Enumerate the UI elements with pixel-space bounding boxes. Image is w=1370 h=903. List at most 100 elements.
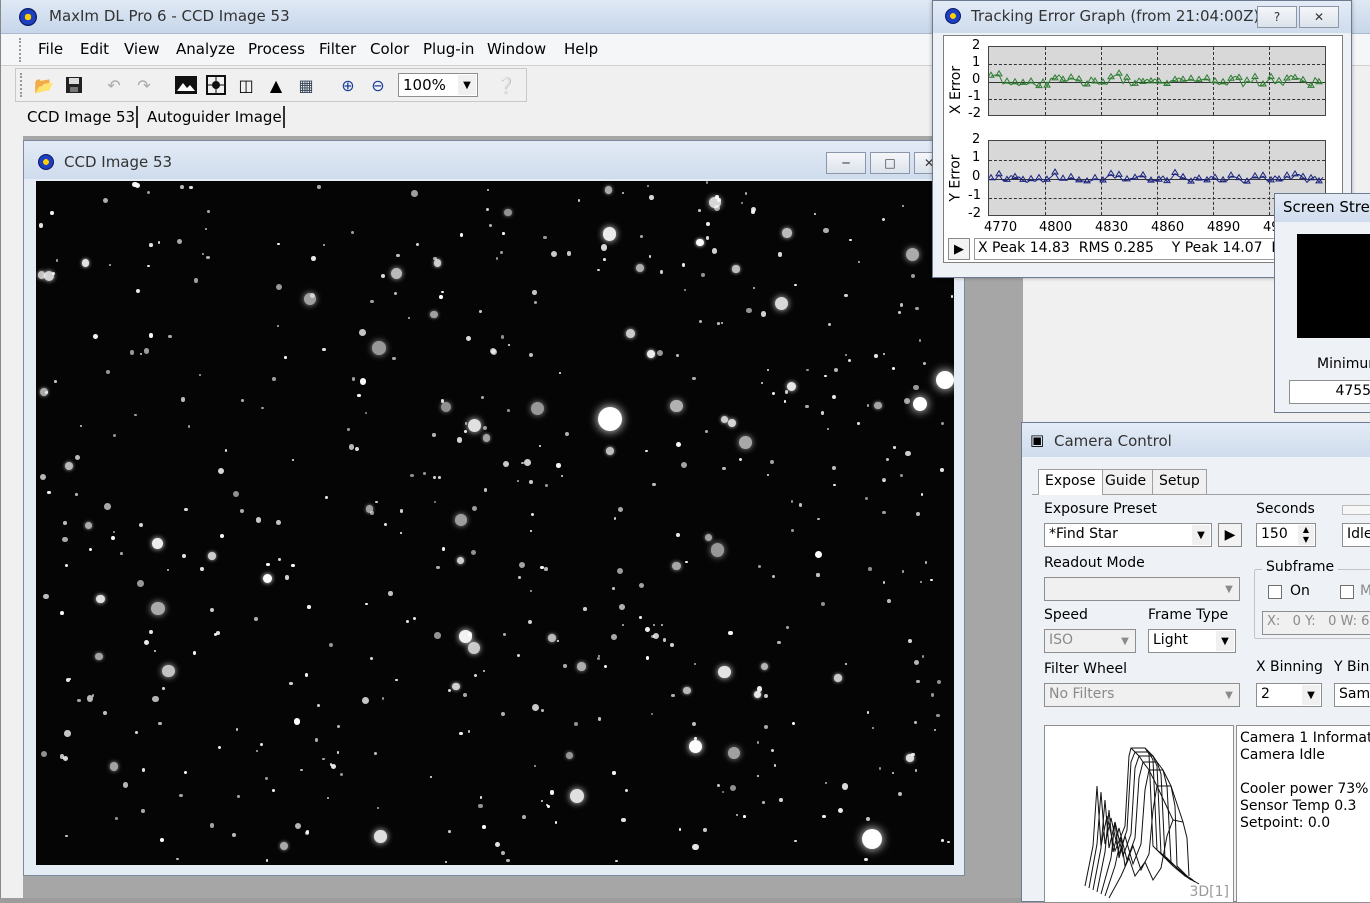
undo-icon[interactable]: ↶ [102, 73, 126, 97]
star [688, 740, 702, 753]
menu-analyze[interactable]: Analyze [176, 40, 235, 58]
info-line: Cooler power 73% [1240, 781, 1369, 797]
filter-wheel-select[interactable]: No Filters ▼ [1044, 683, 1240, 707]
seconds-input[interactable]: 150 ▲ ▼ [1256, 523, 1316, 547]
settings-icon[interactable]: ▦ [294, 73, 318, 97]
subframe-label: Subframe [1262, 559, 1339, 575]
speed-value: ISO [1049, 632, 1074, 648]
subframe-on-checkbox[interactable] [1268, 585, 1282, 599]
star [429, 776, 432, 779]
star [556, 463, 561, 468]
menu-view[interactable]: View [124, 40, 160, 58]
observatory-icon[interactable]: ▲ [264, 73, 288, 97]
chevron-down-icon: ▼ [1216, 631, 1234, 651]
telescope-icon[interactable]: ◫ [234, 73, 258, 97]
menu-filter[interactable]: Filter [319, 40, 356, 58]
star [828, 322, 832, 326]
bright-star [598, 407, 622, 431]
star [534, 764, 537, 767]
speed-select[interactable]: ISO ▼ [1044, 629, 1136, 653]
minimize-button[interactable]: ─ [826, 152, 866, 174]
star [914, 721, 918, 725]
image-view-icon[interactable] [174, 73, 198, 97]
y-binning-label: Y Binn [1334, 659, 1370, 675]
subframe-m-checkbox[interactable] [1340, 585, 1354, 599]
star [750, 206, 756, 212]
menu-edit[interactable]: Edit [80, 40, 109, 58]
zoom-out-icon[interactable]: ⊖ [366, 73, 390, 97]
star [373, 751, 377, 755]
tab-autoguider-image[interactable]: Autoguider Image [147, 108, 282, 126]
star [43, 271, 54, 282]
frame-type-select[interactable]: Light ▼ [1148, 629, 1236, 653]
y-binning-select[interactable]: Same [1334, 683, 1370, 707]
crosshair-icon[interactable] [204, 73, 228, 97]
main-toolbar: 📂 ↶ ↷ ◫ ▲ ▦ ⊕ ⊖ 100% ▼ ❔ [15, 68, 527, 102]
star [817, 518, 820, 521]
menu-help[interactable]: Help [564, 40, 598, 58]
minimum-input[interactable]: 47550 [1289, 380, 1370, 404]
menu-plugin[interactable]: Plug-in [423, 40, 474, 58]
star-field-image[interactable] [36, 181, 954, 865]
maximize-button[interactable]: □ [870, 152, 910, 174]
tracking-titlebar[interactable]: Tracking Error Graph (from 21:04:00Z) ? … [933, 1, 1351, 33]
camera-titlebar[interactable]: ▣ Camera Control [1022, 423, 1370, 457]
star [159, 837, 165, 843]
zoom-in-icon[interactable]: ⊕ [336, 73, 360, 97]
star [705, 222, 710, 226]
zoom-select[interactable]: 100% ▼ [398, 73, 478, 97]
star [60, 611, 65, 616]
star [433, 258, 442, 267]
save-icon[interactable] [62, 73, 86, 97]
filter-wheel-label: Filter Wheel [1044, 661, 1127, 677]
star [516, 480, 519, 483]
star [471, 505, 478, 512]
star [300, 768, 304, 772]
star [151, 601, 165, 616]
help-button[interactable]: ? [1257, 6, 1297, 28]
star [610, 633, 617, 640]
star [495, 256, 499, 260]
star [95, 652, 103, 660]
star [86, 694, 94, 702]
frame-tick-4890: 4890 [1207, 220, 1241, 235]
tab-ccd-image-53[interactable]: CCD Image 53 [27, 108, 135, 126]
context-help-icon[interactable]: ❔ [494, 73, 518, 97]
stretch-title[interactable]: Screen Stretc [1275, 194, 1370, 222]
start-exposure-button[interactable]: ▶ [1218, 523, 1242, 547]
menu-color[interactable]: Color [370, 40, 409, 58]
star [323, 243, 326, 246]
star [388, 591, 393, 596]
x-binning-select[interactable]: 2 ▼ [1256, 683, 1322, 707]
readout-mode-select[interactable]: ▼ [1044, 577, 1240, 601]
exposure-preset-select[interactable]: *Find Star ▼ [1044, 523, 1212, 547]
star [549, 790, 555, 795]
star [622, 623, 625, 626]
histogram-display[interactable] [1297, 234, 1370, 338]
menu-window[interactable]: Window [487, 40, 546, 58]
open-folder-icon[interactable]: 📂 [32, 73, 56, 97]
redo-icon[interactable]: ↷ [132, 73, 156, 97]
star [148, 630, 153, 634]
star [531, 402, 545, 416]
star-profile-3d-plot[interactable]: 3D[1] [1044, 725, 1234, 903]
tab-setup[interactable]: Setup [1152, 469, 1207, 495]
star [914, 659, 920, 665]
star [774, 764, 777, 767]
star [433, 500, 436, 504]
play-icon[interactable]: ▶ [948, 238, 970, 260]
spinner-arrows-icon[interactable]: ▲ ▼ [1298, 525, 1314, 545]
star [901, 205, 904, 208]
tab-guide[interactable]: Guide [1098, 469, 1154, 495]
star [766, 368, 770, 372]
ccd-image-titlebar[interactable]: CCD Image 53 ─ □ ✕ [24, 141, 964, 179]
star [351, 230, 355, 234]
star [406, 620, 410, 624]
tab-expose[interactable]: Expose [1038, 469, 1103, 495]
star [934, 728, 937, 732]
menu-process[interactable]: Process [248, 40, 305, 58]
star [758, 564, 762, 569]
star [698, 209, 701, 212]
menu-file[interactable]: File [38, 40, 63, 58]
close-button[interactable]: ✕ [1299, 6, 1339, 28]
